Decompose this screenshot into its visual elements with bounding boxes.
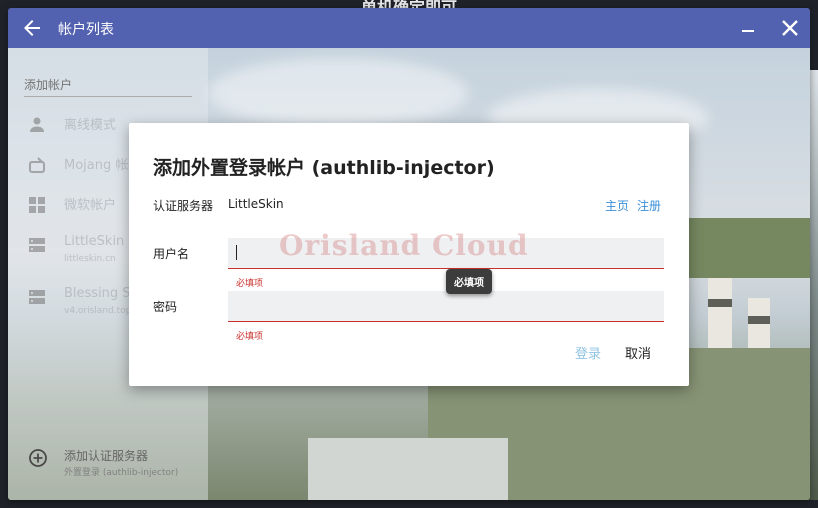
cancel-button[interactable]: 取消 <box>625 343 651 362</box>
username-label: 用户名 <box>153 247 190 261</box>
login-button[interactable]: 登录 <box>575 343 601 362</box>
minimize-icon[interactable] <box>742 30 754 32</box>
add-account-dialog: 添加外置登录帐户 (authlib-injector) 认证服务器 Little… <box>129 123 689 386</box>
arrow-left-icon[interactable] <box>20 16 44 40</box>
close-icon[interactable] <box>780 18 800 38</box>
server-label: 认证服务器 <box>153 199 214 213</box>
watermark: Orisland Cloud <box>279 229 529 262</box>
home-link[interactable]: 主页 <box>605 197 629 214</box>
password-label: 密码 <box>153 300 178 314</box>
password-error: 必填项 <box>236 332 264 342</box>
text-caret <box>236 245 237 260</box>
server-value: LittleSkin <box>228 197 284 211</box>
required-tooltip: 必填项 <box>446 269 492 294</box>
register-link[interactable]: 注册 <box>637 197 661 214</box>
dialog-title: 添加外置登录帐户 (authlib-injector) <box>153 157 495 179</box>
window-title: 帐户列表 <box>58 22 114 38</box>
password-field[interactable] <box>228 291 664 322</box>
account-window: 帐户列表 添加帐户 离线模式 Mojang 帐户 微软帐户 LittleSkin… <box>8 8 810 500</box>
username-error: 必填项 <box>236 279 264 289</box>
titlebar: 帐户列表 <box>8 8 810 48</box>
